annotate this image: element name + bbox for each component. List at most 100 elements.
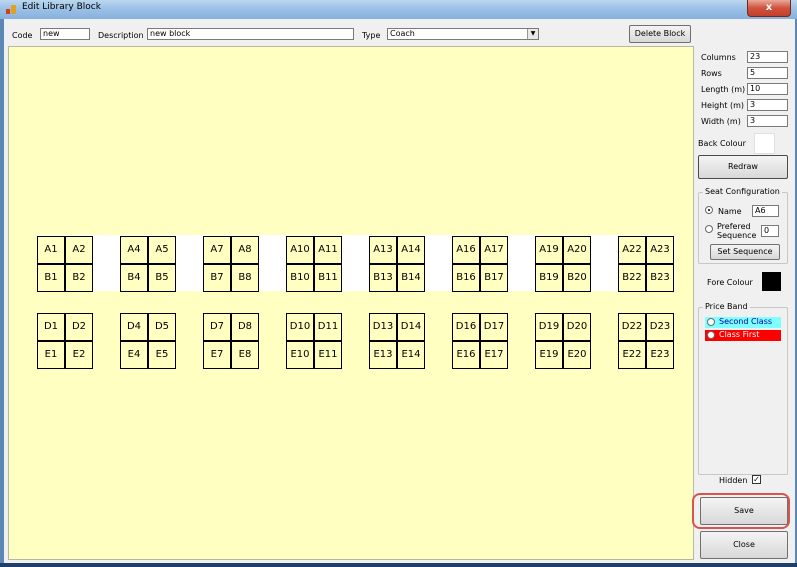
columns-input[interactable]: 23 <box>747 51 788 63</box>
seat-d7[interactable]: D7 <box>203 313 231 341</box>
second-class-radio[interactable] <box>707 318 715 326</box>
seat-a8[interactable]: A8 <box>231 236 259 264</box>
code-input[interactable]: new <box>40 28 90 40</box>
width-input[interactable]: 3 <box>747 115 788 127</box>
seat-e7[interactable]: E7 <box>203 341 231 369</box>
seat-d10[interactable]: D10 <box>286 313 314 341</box>
fore-colour-swatch[interactable] <box>762 272 781 291</box>
seat-a7[interactable]: A7 <box>203 236 231 264</box>
seat-a19[interactable]: A19 <box>535 236 563 264</box>
seat-b11[interactable]: B11 <box>314 264 342 292</box>
chevron-down-icon[interactable]: ▼ <box>527 29 538 39</box>
seat-e11[interactable]: E11 <box>314 341 342 369</box>
seat-e8[interactable]: E8 <box>231 341 259 369</box>
close-button[interactable]: Close <box>700 531 788 559</box>
seat-b2[interactable]: B2 <box>65 264 93 292</box>
seat-e10[interactable]: E10 <box>286 341 314 369</box>
seat-e16[interactable]: E16 <box>452 341 480 369</box>
seat-d16[interactable]: D16 <box>452 313 480 341</box>
seat-e20[interactable]: E20 <box>563 341 591 369</box>
seat-d4[interactable]: D4 <box>120 313 148 341</box>
seat-d1[interactable]: D1 <box>37 313 65 341</box>
seat-d13[interactable]: D13 <box>369 313 397 341</box>
seat-e5[interactable]: E5 <box>148 341 176 369</box>
seat-a11[interactable]: A11 <box>314 236 342 264</box>
redraw-button[interactable]: Redraw <box>698 155 788 179</box>
close-window-button[interactable]: x <box>747 0 791 17</box>
seat-b23[interactable]: B23 <box>646 264 674 292</box>
seat-a17[interactable]: A17 <box>480 236 508 264</box>
seat-e13[interactable]: E13 <box>369 341 397 369</box>
seat-a20[interactable]: A20 <box>563 236 591 264</box>
seat-b14[interactable]: B14 <box>397 264 425 292</box>
hidden-label: Hidden <box>719 476 748 485</box>
seat-d23[interactable]: D23 <box>646 313 674 341</box>
seat-d14[interactable]: D14 <box>397 313 425 341</box>
rows-input[interactable]: 5 <box>747 67 788 79</box>
set-sequence-button[interactable]: Set Sequence <box>710 244 780 260</box>
seat-e2[interactable]: E2 <box>65 341 93 369</box>
title-bar: Edit Library Block x <box>0 0 797 19</box>
seat-d20[interactable]: D20 <box>563 313 591 341</box>
class-first-radio[interactable] <box>707 331 715 339</box>
seat-b22[interactable]: B22 <box>618 264 646 292</box>
seat-a13[interactable]: A13 <box>369 236 397 264</box>
seat-b13[interactable]: B13 <box>369 264 397 292</box>
seat-e1[interactable]: E1 <box>37 341 65 369</box>
seat-b10[interactable]: B10 <box>286 264 314 292</box>
set-sequence-label: Set Sequence <box>717 247 773 256</box>
seat-d17[interactable]: D17 <box>480 313 508 341</box>
seat-d11[interactable]: D11 <box>314 313 342 341</box>
seat-b5[interactable]: B5 <box>148 264 176 292</box>
seat-b17[interactable]: B17 <box>480 264 508 292</box>
seat-b16[interactable]: B16 <box>452 264 480 292</box>
seat-d2[interactable]: D2 <box>65 313 93 341</box>
height-input[interactable]: 3 <box>747 99 788 111</box>
seat-e23[interactable]: E23 <box>646 341 674 369</box>
preferred-sequence-input[interactable]: 0 <box>761 225 779 237</box>
seat-a1[interactable]: A1 <box>37 236 65 264</box>
preferred-sequence-radio[interactable] <box>705 225 713 233</box>
type-select[interactable]: Coach ▼ <box>387 28 539 40</box>
seat-a16[interactable]: A16 <box>452 236 480 264</box>
seat-e19[interactable]: E19 <box>535 341 563 369</box>
price-band-legend: Price Band <box>703 302 750 312</box>
seat-e22[interactable]: E22 <box>618 341 646 369</box>
delete-block-button[interactable]: Delete Block <box>629 25 691 43</box>
seat-d8[interactable]: D8 <box>231 313 259 341</box>
save-highlight-ring <box>692 493 790 529</box>
name-radio[interactable] <box>705 206 713 214</box>
redraw-label: Redraw <box>728 162 758 171</box>
price-band-second-class[interactable]: Second Class <box>705 317 781 328</box>
description-input[interactable]: new block <box>147 28 354 40</box>
fore-colour-label: Fore Colour <box>707 278 753 287</box>
seat-b1[interactable]: B1 <box>37 264 65 292</box>
seat-a5[interactable]: A5 <box>148 236 176 264</box>
seat-a14[interactable]: A14 <box>397 236 425 264</box>
seat-a22[interactable]: A22 <box>618 236 646 264</box>
seat-d22[interactable]: D22 <box>618 313 646 341</box>
seat-d5[interactable]: D5 <box>148 313 176 341</box>
seat-b19[interactable]: B19 <box>535 264 563 292</box>
length-input[interactable]: 10 <box>747 83 788 95</box>
hidden-checkbox[interactable]: ✓ <box>752 475 761 484</box>
seat-a23[interactable]: A23 <box>646 236 674 264</box>
seat-b20[interactable]: B20 <box>563 264 591 292</box>
seat-b7[interactable]: B7 <box>203 264 231 292</box>
seat-e17[interactable]: E17 <box>480 341 508 369</box>
price-band-class-first[interactable]: Class First <box>705 330 781 341</box>
seat-a10[interactable]: A10 <box>286 236 314 264</box>
seat-b4[interactable]: B4 <box>120 264 148 292</box>
seat-b8[interactable]: B8 <box>231 264 259 292</box>
seat-e4[interactable]: E4 <box>120 341 148 369</box>
length-label: Length (m) <box>701 85 746 94</box>
window-title: Edit Library Block <box>22 2 101 12</box>
seat-a4[interactable]: A4 <box>120 236 148 264</box>
seat-d19[interactable]: D19 <box>535 313 563 341</box>
seat-layout-canvas[interactable]: A1 A2 B1 B2 D1 D2 E1 E2 A4 A5 B4 B5 D4 D5 E4 E5 A7 A8 B7 B8… <box>8 46 694 560</box>
back-colour-swatch[interactable] <box>754 133 775 154</box>
back-colour-label: Back Colour <box>698 139 746 148</box>
seat-a2[interactable]: A2 <box>65 236 93 264</box>
seat-name-input[interactable]: A6 <box>752 205 779 217</box>
seat-e14[interactable]: E14 <box>397 341 425 369</box>
